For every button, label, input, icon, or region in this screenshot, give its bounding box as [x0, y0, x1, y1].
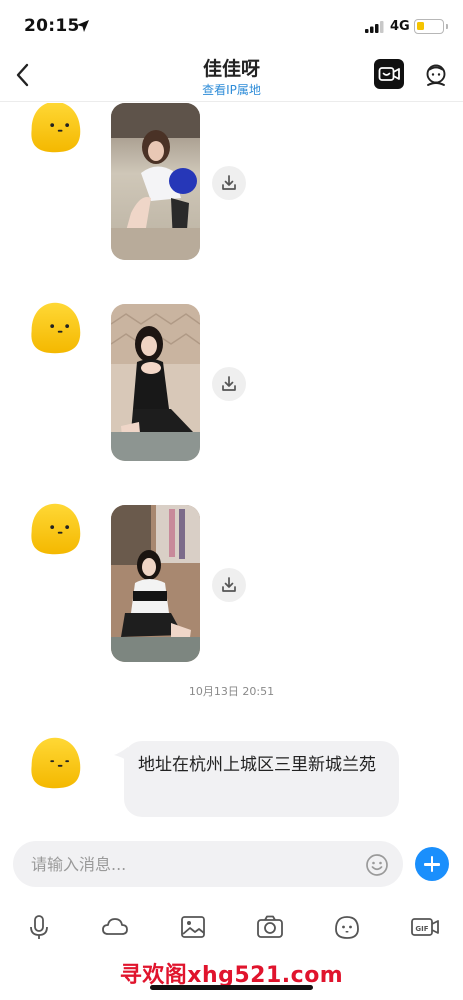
chat-header: 佳佳呀 查看IP属地	[0, 52, 463, 102]
microphone-icon	[30, 915, 48, 939]
image-icon	[181, 916, 205, 938]
chat-photo[interactable]	[111, 304, 200, 461]
photo-woman-black-dress-kneeling	[111, 304, 200, 461]
chat-toolbar: GIF	[0, 908, 463, 948]
status-bar: 20:15 4G	[0, 0, 463, 52]
message-input-bar	[0, 833, 463, 897]
emoji-button[interactable]	[332, 912, 362, 942]
smiley-icon[interactable]	[365, 853, 389, 877]
download-button[interactable]	[212, 568, 246, 602]
emoji-face-icon	[335, 916, 359, 939]
chat-photo[interactable]	[111, 505, 200, 662]
video-call-icon	[378, 67, 400, 81]
camera-button[interactable]	[255, 912, 285, 942]
image-button[interactable]	[178, 912, 208, 942]
chat-photo[interactable]	[111, 103, 200, 260]
download-button[interactable]	[212, 166, 246, 200]
chat-messages[interactable]: 10月13日 20:51 地址在杭州上城区三里新城兰苑	[0, 103, 463, 830]
gif-icon: GIF	[411, 918, 439, 936]
download-button[interactable]	[212, 367, 246, 401]
svg-text:GIF: GIF	[415, 925, 428, 933]
camera-icon	[257, 915, 283, 938]
yellow-blob-avatar[interactable]	[24, 500, 86, 558]
voice-button[interactable]	[24, 912, 54, 942]
profile-icon[interactable]	[422, 62, 450, 90]
download-icon	[222, 175, 236, 190]
yellow-blob-avatar[interactable]	[24, 299, 86, 357]
video-call-button[interactable]	[374, 59, 404, 89]
network-type: 4G	[390, 19, 410, 34]
yellow-blob-avatar[interactable]	[24, 734, 86, 792]
location-arrow-icon	[77, 20, 89, 32]
gif-button[interactable]: GIF	[410, 912, 440, 942]
battery-level	[417, 22, 424, 30]
battery-tip	[446, 24, 448, 29]
text-message-bubble[interactable]: 地址在杭州上城区三里新城兰苑	[124, 741, 399, 817]
download-icon	[222, 577, 236, 592]
message-input[interactable]	[13, 841, 403, 887]
status-time: 20:15	[24, 16, 80, 36]
photo-woman-black-white-outfit-kneeling	[111, 505, 200, 662]
message-text: 地址在杭州上城区三里新城兰苑	[138, 755, 376, 775]
photo-woman-kneeling-white-blue-outfit	[111, 103, 200, 260]
yellow-blob-avatar[interactable]	[24, 103, 86, 156]
message-timestamp: 10月13日 20:51	[188, 685, 275, 698]
signal-icon	[365, 21, 384, 33]
cloud-button[interactable]	[100, 912, 130, 942]
home-indicator[interactable]	[150, 985, 313, 990]
download-icon	[222, 376, 236, 391]
cloud-icon	[102, 918, 128, 935]
battery-icon	[414, 19, 444, 34]
plus-icon[interactable]	[415, 847, 449, 881]
